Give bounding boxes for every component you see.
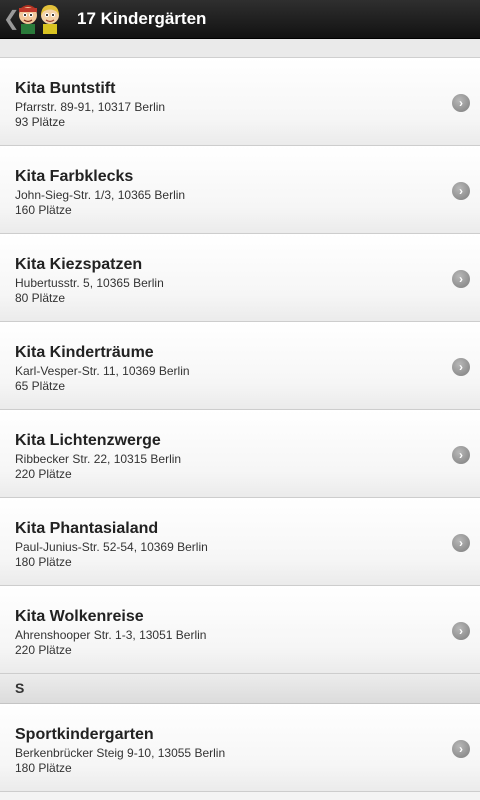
chevron-left-icon[interactable]: ❮ — [3, 0, 20, 38]
item-places: 80 Plätze — [15, 291, 66, 305]
list-item[interactable]: Kita Lichtenzwerge Ribbecker Str. 22, 10… — [0, 410, 480, 498]
item-places: 93 Plätze — [15, 115, 66, 129]
disclosure-arrow-icon[interactable]: › — [452, 740, 470, 758]
disclosure-arrow-icon[interactable]: › — [452, 358, 470, 376]
item-places: 220 Plätze — [15, 467, 72, 481]
page-title: 17 Kindergärten — [77, 9, 207, 28]
list-item[interactable]: Kita Kinderträume Karl-Vesper-Str. 11, 1… — [0, 322, 480, 410]
item-address: Paul-Junius-Str. 52-54, 10369 Berlin — [15, 540, 208, 554]
item-places: 180 Plätze — [15, 761, 72, 775]
list-item[interactable]: Kita Phantasialand Paul-Junius-Str. 52-5… — [0, 498, 480, 586]
kids-icon[interactable] — [15, 2, 63, 36]
item-name: Kita Kinderträume — [15, 344, 154, 361]
section-header-s: S — [0, 674, 480, 704]
list-item[interactable]: Kita Buntstift Pfarrstr. 89-91, 10317 Be… — [0, 58, 480, 146]
disclosure-arrow-icon[interactable]: › — [452, 622, 470, 640]
item-name: Kita Buntstift — [15, 80, 116, 97]
list-item[interactable]: Sportkindergarten Berkenbrücker Steig 9-… — [0, 704, 480, 792]
item-address: Karl-Vesper-Str. 11, 10369 Berlin — [15, 364, 190, 378]
kindergarten-list: Kita Buntstift Pfarrstr. 89-91, 10317 Be… — [0, 39, 480, 792]
item-address: Ribbecker Str. 22, 10315 Berlin — [15, 452, 182, 466]
disclosure-arrow-icon[interactable]: › — [452, 534, 470, 552]
item-places: 160 Plätze — [15, 203, 72, 217]
disclosure-arrow-icon[interactable]: › — [452, 94, 470, 112]
item-name: Kita Phantasialand — [15, 520, 159, 537]
item-address: Hubertusstr. 5, 10365 Berlin — [15, 276, 164, 290]
list-top-spacer — [0, 39, 480, 58]
list-item[interactable]: Kita Kiezspatzen Hubertusstr. 5, 10365 B… — [0, 234, 480, 322]
disclosure-arrow-icon[interactable]: › — [452, 182, 470, 200]
item-name: Kita Kiezspatzen — [15, 256, 143, 273]
disclosure-arrow-icon[interactable]: › — [452, 446, 470, 464]
item-address: Pfarrstr. 89-91, 10317 Berlin — [15, 100, 166, 114]
item-places: 65 Plätze — [15, 379, 66, 393]
item-name: Kita Farbklecks — [15, 168, 134, 185]
item-address: John-Sieg-Str. 1/3, 10365 Berlin — [15, 188, 186, 202]
list-item[interactable]: Kita Farbklecks John-Sieg-Str. 1/3, 1036… — [0, 146, 480, 234]
top-bar: ❮ 17 Kindergärten — [0, 0, 480, 39]
item-places: 220 Plätze — [15, 643, 72, 657]
item-name: Kita Wolkenreise — [15, 608, 144, 625]
item-name: Sportkindergarten — [15, 726, 154, 743]
item-address: Ahrenshooper Str. 1-3, 13051 Berlin — [15, 628, 207, 642]
disclosure-arrow-icon[interactable]: › — [452, 270, 470, 288]
item-name: Kita Lichtenzwerge — [15, 432, 161, 449]
item-places: 180 Plätze — [15, 555, 72, 569]
item-address: Berkenbrücker Steig 9-10, 13055 Berlin — [15, 746, 226, 760]
list-item[interactable]: Kita Wolkenreise Ahrenshooper Str. 1-3, … — [0, 586, 480, 674]
